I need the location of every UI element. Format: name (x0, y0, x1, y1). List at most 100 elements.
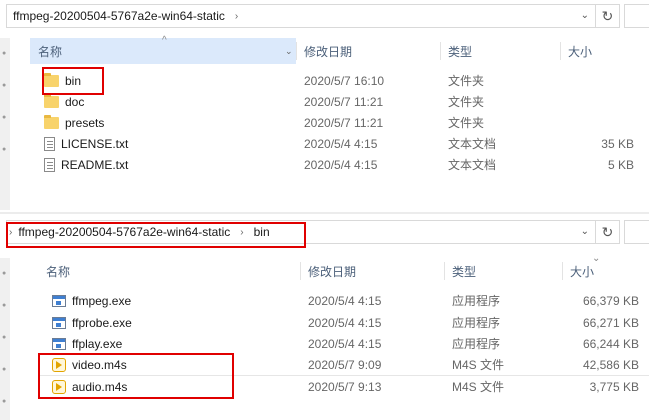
column-header-row: 名称 修改日期 类型 大小 ⌄ (38, 253, 649, 284)
file-row-license[interactable]: LICENSE.txt 2020/5/4 4:15 文本文档 35 KB (30, 133, 649, 154)
column-header-size-label: 大小 (568, 44, 593, 59)
address-bar[interactable]: ffmpeg-20200504-5767a2e-win64-static › ⌄ (6, 4, 596, 28)
column-header-size-label: 大小 (570, 264, 595, 279)
exe-icon (52, 337, 66, 350)
file-date: 2020/5/7 11:21 (304, 115, 384, 130)
column-header-name[interactable]: 名称 ^ ⌄ (30, 35, 296, 64)
file-row-presets[interactable]: presets 2020/5/7 11:21 文件夹 (30, 112, 649, 133)
file-date: 2020/5/4 4:15 (308, 315, 382, 330)
file-type: 应用程序 (452, 337, 501, 351)
highlight-box (6, 222, 306, 248)
column-header-name-label: 名称 (46, 264, 71, 279)
file-name-cell: ffprobe.exe (38, 312, 300, 333)
file-size: 5 KB (607, 157, 634, 172)
refresh-button[interactable]: ↻ (596, 220, 620, 244)
file-date: 2020/5/4 4:15 (308, 336, 382, 351)
pin-icon: ● (2, 114, 7, 121)
file-type: 文件夹 (448, 74, 485, 88)
refresh-icon: ↻ (601, 223, 614, 240)
highlight-box (38, 353, 234, 399)
folder-icon (44, 93, 59, 108)
file-date: 2020/5/7 9:13 (308, 379, 382, 394)
column-header-type-label: 类型 (452, 264, 477, 279)
pin-icon: ● (2, 334, 7, 341)
file-type: M4S 文件 (452, 358, 505, 372)
chevron-down-icon[interactable]: ⌄ (285, 46, 293, 57)
file-name: LICENSE.txt (61, 136, 129, 151)
file-size (560, 91, 634, 112)
exe-icon (52, 294, 66, 307)
file-date: 2020/5/7 11:21 (304, 94, 384, 109)
column-header-row: 名称 ^ ⌄ 修改日期 类型 大小 (30, 35, 649, 64)
file-row-ffprobe[interactable]: ffprobe.exe 2020/5/4 4:15 应用程序 66,271 KB (38, 312, 649, 333)
navigation-pane-edge: ● ● ● ● (0, 38, 10, 210)
column-header-type-label: 类型 (448, 44, 473, 59)
file-row-ffplay[interactable]: ffplay.exe 2020/5/4 4:15 应用程序 66,244 KB (38, 333, 649, 354)
column-header-name[interactable]: 名称 (38, 258, 300, 284)
file-date: 2020/5/4 4:15 (304, 136, 378, 151)
file-name: ffplay.exe (72, 336, 123, 351)
file-size: 66,244 KB (582, 336, 639, 351)
file-name: presets (65, 115, 105, 130)
file-name-cell: ffmpeg.exe (38, 290, 300, 311)
pin-icon: ● (2, 270, 7, 277)
navigation-pane-edge: ● ● ● ● ● (0, 258, 10, 420)
file-size: 66,379 KB (582, 293, 639, 308)
column-header-date-label: 修改日期 (304, 44, 353, 59)
file-type: 应用程序 (452, 294, 501, 308)
file-type: 应用程序 (452, 316, 501, 330)
pin-icon: ● (2, 366, 7, 373)
breadcrumb-item-ffmpeg[interactable]: ffmpeg-20200504-5767a2e-win64-static (7, 9, 231, 23)
pin-icon: ● (2, 302, 7, 309)
file-name-cell: LICENSE.txt (30, 133, 296, 154)
file-name-cell: README.txt (30, 154, 296, 175)
pin-icon: ● (2, 398, 7, 405)
column-header-date-label: 修改日期 (308, 264, 357, 279)
file-size: 3,775 KB (589, 379, 639, 394)
file-size (560, 112, 634, 133)
refresh-button[interactable]: ↻ (596, 4, 620, 28)
explorer-window-root-folder: ffmpeg-20200504-5767a2e-win64-static › ⌄… (0, 0, 649, 212)
file-name-cell: ffplay.exe (38, 333, 300, 354)
refresh-icon: ↻ (601, 7, 614, 24)
file-date: 2020/5/4 4:15 (304, 157, 378, 172)
search-box[interactable] (624, 220, 649, 244)
file-name: ffmpeg.exe (72, 293, 132, 308)
file-date: 2020/5/7 9:09 (308, 357, 382, 372)
column-header-type[interactable]: 类型 (444, 258, 562, 284)
chevron-down-icon[interactable]: ⌄ (581, 226, 589, 237)
file-row-ffmpeg[interactable]: ffmpeg.exe 2020/5/4 4:15 应用程序 66,379 KB (38, 290, 649, 311)
file-row-bin[interactable]: bin 2020/5/7 16:10 文件夹 (30, 70, 649, 91)
chevron-right-icon[interactable]: › (231, 11, 242, 22)
column-header-size[interactable]: 大小 (560, 38, 640, 64)
file-name: ffprobe.exe (72, 315, 132, 330)
explorer-window-bin-folder: › ffmpeg-20200504-5767a2e-win64-static ›… (0, 214, 649, 420)
text-file-icon (44, 136, 55, 151)
file-size: 42,586 KB (582, 357, 639, 372)
file-name: README.txt (61, 157, 129, 172)
search-box[interactable] (624, 4, 649, 28)
file-date: 2020/5/7 16:10 (304, 73, 385, 88)
chevron-down-icon[interactable]: ⌄ (581, 10, 589, 21)
sort-icon: ⌄ (592, 253, 601, 264)
file-row-doc[interactable]: doc 2020/5/7 11:21 文件夹 (30, 91, 649, 112)
file-row-readme[interactable]: README.txt 2020/5/4 4:15 文本文档 5 KB (30, 154, 649, 175)
folder-icon (44, 114, 59, 129)
column-header-date[interactable]: 修改日期 (296, 38, 440, 64)
file-name: doc (65, 94, 85, 109)
file-size (560, 70, 634, 91)
text-file-icon (44, 157, 55, 172)
file-size: 35 KB (601, 136, 634, 151)
file-type: 文件夹 (448, 116, 485, 130)
column-header-date[interactable]: 修改日期 (300, 258, 444, 284)
column-header-size[interactable]: 大小 ⌄ (562, 253, 642, 284)
exe-icon (52, 316, 66, 329)
file-name-cell: presets (30, 112, 296, 133)
file-size: 66,271 KB (582, 315, 639, 330)
file-type: 文件夹 (448, 95, 485, 109)
highlight-box (42, 67, 104, 95)
column-header-type[interactable]: 类型 (440, 38, 560, 64)
pin-icon: ● (2, 50, 7, 57)
breadcrumb: ffmpeg-20200504-5767a2e-win64-static › (7, 5, 242, 27)
sort-ascending-icon: ^ (162, 35, 167, 46)
